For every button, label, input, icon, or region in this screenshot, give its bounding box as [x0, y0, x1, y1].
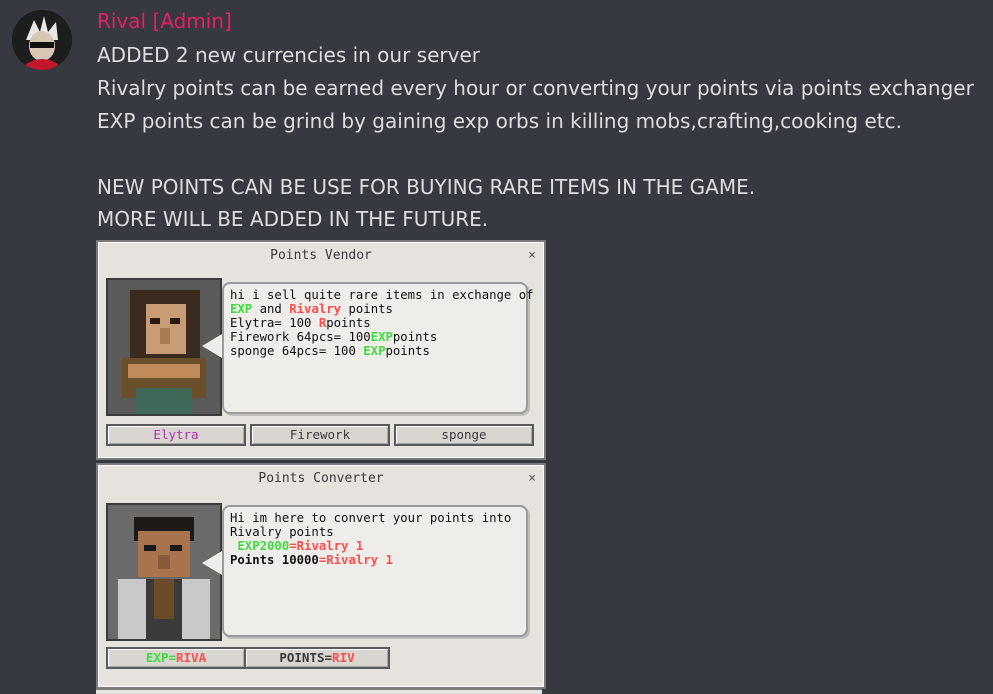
- close-icon[interactable]: ×: [528, 471, 536, 486]
- points-label: POINTS: [279, 650, 325, 665]
- message-line-3: EXP points can be grind by gaining exp o…: [97, 109, 902, 133]
- firework-price: Firework 64pcs= 100: [230, 330, 371, 344]
- rivalry-text: Rivalry: [289, 302, 342, 316]
- message-author[interactable]: Rival [Admin]: [97, 8, 232, 34]
- converter-dialog-line-1: Hi im here to convert your points into: [230, 511, 512, 525]
- exp-currency: EXP: [370, 330, 393, 344]
- points-word: points: [392, 330, 438, 344]
- vendor-bubble-tail: [202, 334, 222, 358]
- exp-to-rivalry-button[interactable]: EXP=RIVA: [106, 647, 246, 669]
- points-to-rivalry-button[interactable]: POINTS=RIV: [244, 647, 390, 669]
- avatar-image: [12, 10, 72, 70]
- and-text: and: [252, 302, 290, 316]
- converter-dialog-line-2: Rivalry points: [230, 525, 334, 539]
- vendor-dialog-line-2: EXP and Rivalry points: [230, 302, 520, 316]
- next-panel-edge: [96, 688, 542, 694]
- vendor-dialog-line-5: sponge 64pcs= 100 EXPpoints: [230, 344, 520, 358]
- vendor-dialog-line-1: hi i sell quite rare items in exchange o…: [230, 288, 534, 302]
- riv-label: RIV: [332, 650, 355, 665]
- converter-dialog: Hi im here to convert your points into R…: [222, 505, 528, 637]
- equals-sign: =: [324, 650, 333, 665]
- equals-sign: =: [168, 650, 176, 665]
- sponge-button[interactable]: sponge: [394, 424, 534, 446]
- rivalry-rate: =Rivalry 1: [318, 553, 393, 567]
- converter-dialog-line-4: Points 10000=Rivalry 1: [230, 553, 520, 567]
- points-rate: Points 10000: [230, 553, 319, 567]
- exp-rate: EXP2000: [237, 539, 290, 553]
- points-converter-panel: Points Converter × Hi im here to convert…: [96, 463, 546, 689]
- points-converter-title: Points Converter: [258, 471, 384, 486]
- avatar[interactable]: [12, 10, 72, 70]
- message-line-2: Rivalry points can be earned every hour …: [97, 76, 974, 100]
- points-word: points: [326, 316, 371, 330]
- message-line-5: NEW POINTS CAN BE USE FOR BUYING RARE IT…: [97, 175, 756, 199]
- sponge-price: sponge 64pcs= 100: [230, 344, 364, 358]
- exp-text: EXP: [230, 302, 253, 316]
- close-icon[interactable]: ×: [528, 248, 536, 263]
- vendor-dialog-line-4: Firework 64pcs= 100EXPpoints: [230, 330, 520, 344]
- points-text: points: [341, 302, 393, 316]
- elytra-price: Elytra= 100: [230, 316, 319, 330]
- points-vendor-panel: Points Vendor × hi i sell quite rare ite…: [96, 240, 546, 460]
- firework-button[interactable]: Firework: [250, 424, 390, 446]
- riva-label: RIVA: [176, 650, 207, 665]
- converter-dialog-line-3: EXP2000=Rivalry 1: [230, 539, 520, 553]
- vendor-dialog-line-3: Elytra= 100 Rpoints: [230, 316, 520, 330]
- message-line-1: ADDED 2 new currencies in our server: [97, 43, 480, 67]
- points-word: points: [385, 344, 430, 358]
- converter-bubble-tail: [202, 551, 222, 575]
- exp-label: EXP: [145, 650, 169, 665]
- elytra-button[interactable]: Elytra: [106, 424, 246, 446]
- points-vendor-title: Points Vendor: [270, 248, 372, 263]
- rivalry-rate: =Rivalry 1: [289, 539, 364, 553]
- message-line-6: MORE WILL BE ADDED IN THE FUTURE.: [97, 207, 489, 231]
- vendor-dialog: hi i sell quite rare items in exchange o…: [222, 282, 534, 414]
- exp-currency: EXP: [363, 344, 386, 358]
